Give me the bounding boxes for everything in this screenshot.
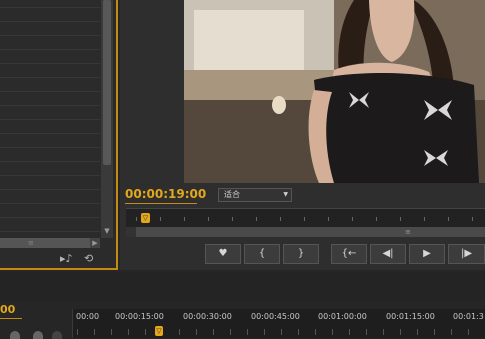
ruler-tick [136, 217, 137, 221]
video-frame-image [184, 0, 485, 183]
timeline-ruler-tick [213, 329, 214, 335]
timeline-time-ruler[interactable]: 00:00 00:00:15:00 00:00:30:00 00:00:45:0… [72, 309, 485, 338]
ruler-tick [256, 217, 257, 221]
project-list-row[interactable] [0, 21, 100, 22]
zoom-scrollbar-handle[interactable] [126, 227, 136, 237]
timeline-ruler-tick [281, 329, 282, 335]
project-list-row[interactable] [0, 189, 100, 190]
project-vertical-scroll-thumb[interactable] [103, 0, 111, 165]
ruler-label: 00:01:3 [453, 312, 484, 321]
timecode-underline [125, 203, 197, 204]
timeline-playhead[interactable]: ▽ [155, 326, 163, 336]
go-to-in-button[interactable]: {← [331, 244, 367, 264]
ruler-tick [232, 217, 233, 221]
timeline-ruler-tick [94, 329, 95, 335]
timeline-ruler-tick [451, 329, 452, 335]
timeline-ruler-tick [230, 329, 231, 335]
ruler-tick [328, 217, 329, 221]
dropdown-arrow-icon: ▼ [283, 191, 288, 198]
ruler-tick [160, 217, 161, 221]
project-list-row[interactable] [0, 105, 100, 106]
timeline-ruler-tick [332, 329, 333, 335]
monitor-time-ruler[interactable] [126, 208, 485, 227]
monitor-zoom-scrollbar[interactable] [126, 227, 485, 237]
ruler-tick [208, 217, 209, 221]
timeline-ruler-tick [77, 329, 78, 335]
timeline-ruler-tick [264, 329, 265, 335]
scroll-grip-icon: ≡ [28, 239, 34, 247]
timeline-ruler-tick [383, 329, 384, 335]
ruler-tick [448, 217, 449, 221]
timeline-ruler-tick [366, 329, 367, 335]
project-horizontal-scrollbar[interactable] [0, 238, 100, 248]
ruler-tick [280, 217, 281, 221]
timeline-ruler-tick [145, 329, 146, 335]
ruler-label: 00:00:15:00 [115, 312, 164, 321]
project-list-row[interactable] [0, 133, 100, 134]
scroll-down-arrow-icon[interactable]: ▼ [103, 226, 111, 236]
timeline-ruler-tick [179, 329, 180, 335]
ruler-tick [400, 217, 401, 221]
timeline-ruler-tick [298, 329, 299, 335]
program-timecode[interactable]: 00:00:19:00 [125, 187, 206, 201]
project-list-row[interactable] [0, 119, 100, 120]
mark-in-button[interactable]: { [244, 244, 280, 264]
mark-out-button[interactable]: } [283, 244, 319, 264]
project-list-row[interactable] [0, 77, 100, 78]
ruler-tick [472, 217, 473, 221]
scroll-right-arrow-icon[interactable]: ▶ [90, 238, 100, 248]
timeline-ruler-tick [434, 329, 435, 335]
automate-to-sequence-icon[interactable]: ▸♪ [60, 252, 73, 266]
timeline-timecode[interactable]: 00 [0, 303, 15, 316]
ruler-label: 00:00:30:00 [183, 312, 232, 321]
project-list-row[interactable] [0, 91, 100, 92]
ruler-label: 00:01:15:00 [386, 312, 435, 321]
project-list-row[interactable] [0, 231, 100, 232]
project-list-row[interactable] [0, 203, 100, 204]
refresh-icon[interactable]: ⟲ [84, 252, 93, 266]
project-list-row[interactable] [0, 175, 100, 176]
project-list-row[interactable] [0, 217, 100, 218]
zoom-fit-dropdown[interactable]: 适合 ▼ [218, 188, 292, 202]
video-preview [184, 0, 485, 183]
ruler-tick [304, 217, 305, 221]
monitor-playhead[interactable]: ▽ [141, 213, 150, 223]
ruler-label: 00:00 [76, 312, 100, 321]
scroll-grip-icon: ≡ [405, 228, 411, 236]
timeline-ruler-tick [128, 329, 129, 335]
timeline-ruler-tick [349, 329, 350, 335]
timeline-ruler-tick [247, 329, 248, 335]
project-list-row[interactable] [0, 161, 100, 162]
timeline-ruler-tick [196, 329, 197, 335]
timeline-ruler-tick [468, 329, 469, 335]
zoom-fit-label: 适合 [224, 190, 240, 199]
timeline-timecode-underline [0, 318, 22, 319]
project-list-row[interactable] [0, 7, 100, 8]
ruler-label: 00:00:45:00 [251, 312, 300, 321]
project-list-row[interactable] [0, 63, 100, 64]
timeline-ruler-tick [417, 329, 418, 335]
ruler-label: 00:01:00:00 [318, 312, 367, 321]
marker-button[interactable]: ♥ [205, 244, 241, 264]
project-list-row[interactable] [0, 35, 100, 36]
project-list-row[interactable] [0, 147, 100, 148]
project-list-row[interactable] [0, 49, 100, 50]
play-button[interactable]: ▶ [409, 244, 445, 264]
timeline-ruler-tick [400, 329, 401, 335]
panel-separator [0, 272, 485, 302]
step-back-button[interactable]: ◀| [370, 244, 406, 264]
ruler-tick [424, 217, 425, 221]
ruler-tick [376, 217, 377, 221]
ruler-tick [184, 217, 185, 221]
timeline-ruler-tick [111, 329, 112, 335]
timeline-ruler-tick [315, 329, 316, 335]
step-forward-button[interactable]: |▶ [448, 244, 485, 264]
ruler-tick [352, 217, 353, 221]
